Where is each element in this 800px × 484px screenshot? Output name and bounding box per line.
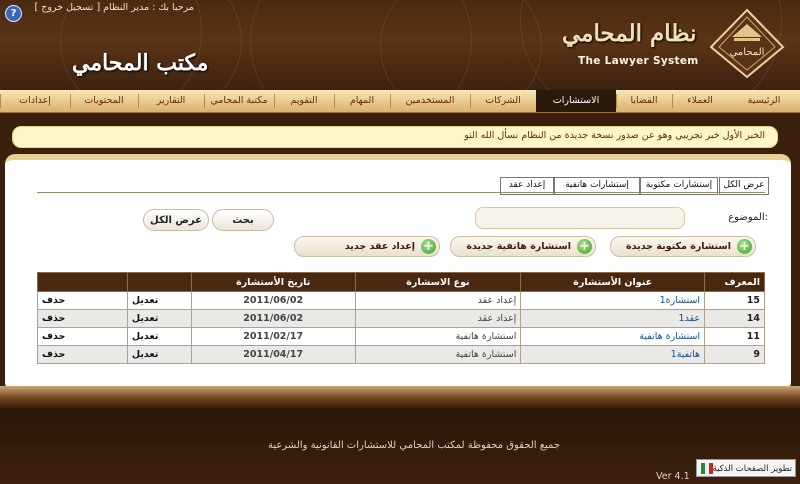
- table-header-row: المعرف عنوان الأستشارة نوع الاسشارة تاري…: [37, 272, 765, 292]
- news-ticker-text: الخبر الأول خبر تجريبي وهو عن صدور نسخة …: [464, 130, 765, 141]
- nav-item-label: الاستشارات: [552, 95, 600, 106]
- nav-item-label: الشركات: [485, 95, 521, 106]
- cell-date: 2011/02/17: [190, 327, 356, 346]
- plus-icon: +: [737, 239, 752, 254]
- button-label: استشارة مكتوبة جديدة: [626, 241, 731, 252]
- delete-link[interactable]: حذف: [37, 291, 128, 310]
- consultation-title-link[interactable]: هاتفية1: [520, 345, 706, 364]
- column-header-type: نوع الاسشارة: [354, 272, 522, 292]
- cell-id: 11: [704, 327, 765, 346]
- table-row: 14 عقد1 إعداد عقد 2011/06/02 تعديل حذف: [37, 309, 765, 328]
- nav-item-label: مكتبة المحامي: [210, 95, 268, 106]
- edit-link[interactable]: تعديل: [126, 327, 192, 346]
- office-title: مكتب المحامي: [72, 50, 209, 76]
- edit-link[interactable]: تعديل: [126, 345, 192, 364]
- button-label: استشارة هاتفية جديدة: [466, 241, 571, 252]
- developer-badge[interactable]: تطوير الصفحات الذكية: [696, 459, 796, 477]
- cell-type: إعداد عقد: [354, 291, 522, 310]
- nav-item-calendar[interactable]: التقويم: [274, 90, 334, 112]
- decor-swirl: [60, 0, 242, 90]
- table-row: 11 استشارة هاتفية استشارة هاتفية 2011/02…: [37, 327, 765, 346]
- nav-item-label: التقويم: [290, 95, 318, 106]
- consultations-table: المعرف عنوان الأستشارة نوع الاسشارة تاري…: [37, 272, 765, 364]
- column-header-edit: [126, 272, 192, 292]
- developer-text: تطوير الصفحات الذكية: [712, 464, 792, 474]
- new-written-consultation-button[interactable]: استشارة مكتوبة جديدة +: [610, 236, 756, 257]
- nav-item-settings[interactable]: إعدادات: [0, 90, 70, 112]
- nav-item-label: المستخدمين: [405, 95, 455, 106]
- nav-item-label: المهام: [349, 95, 375, 106]
- news-ticker: الخبر الأول خبر تجريبي وهو عن صدور نسخة …: [12, 126, 778, 148]
- nav-item-library[interactable]: مكتبة المحامي: [204, 90, 274, 112]
- nav-item-users[interactable]: المستخدمين: [390, 90, 470, 112]
- new-phone-consultation-button[interactable]: استشارة هاتفية جديدة +: [450, 236, 596, 257]
- main-nav: الرئيسية العملاء القضايا الاستشارات الشر…: [0, 90, 800, 113]
- flag-icon: [701, 463, 713, 474]
- column-header-date: تاريخ الأستشارة: [190, 272, 356, 292]
- brand-english-title: The Lawyer System: [578, 55, 699, 67]
- nav-item-label: العملاء: [687, 95, 713, 106]
- nav-item-home[interactable]: الرئيسية: [728, 90, 800, 112]
- nav-item-label: القضايا: [630, 95, 658, 106]
- edit-link[interactable]: تعديل: [126, 291, 192, 310]
- greeting-logout-link[interactable]: مرحبا بك : مدير النظام [ تسجيل خروج ]: [35, 2, 194, 13]
- cell-type: استشارة هاتفية: [354, 327, 522, 346]
- consultation-title-link[interactable]: عقد1: [520, 309, 706, 328]
- nav-item-companies[interactable]: الشركات: [470, 90, 536, 112]
- edit-link[interactable]: تعديل: [126, 309, 192, 328]
- nav-item-consultations[interactable]: الاستشارات: [536, 90, 616, 112]
- cell-date: 2011/06/02: [190, 291, 356, 310]
- delete-link[interactable]: حذف: [37, 327, 128, 346]
- brand-arabic-title: نظام المحامي: [562, 20, 697, 47]
- footer-band: [0, 386, 800, 408]
- cell-date: 2011/06/02: [190, 309, 356, 328]
- search-button[interactable]: بحث: [212, 209, 274, 231]
- logo-text: المحامي: [730, 47, 765, 58]
- site-header: ? مرحبا بك : مدير النظام [ تسجيل خروج ] …: [0, 0, 800, 90]
- nav-item-label: المحتويات: [84, 95, 124, 106]
- version-label: Ver 4.1: [656, 471, 690, 482]
- consultation-title-link[interactable]: استشارة هاتفية: [520, 327, 706, 346]
- nav-item-cases[interactable]: القضايا: [616, 90, 672, 112]
- nav-item-contents[interactable]: المحتويات: [70, 90, 138, 112]
- column-header-id: المعرف: [704, 272, 765, 292]
- decor-swirl: [380, 0, 542, 90]
- subject-label: الموضوع:: [728, 212, 768, 223]
- nav-item-clients[interactable]: العملاء: [672, 90, 728, 112]
- delete-link[interactable]: حذف: [37, 345, 128, 364]
- consultation-title-link[interactable]: استشارة1: [520, 291, 706, 310]
- show-all-button[interactable]: عرض الكل: [143, 209, 209, 231]
- table-row: 15 استشارة1 إعداد عقد 2011/06/02 تعديل ح…: [37, 291, 765, 310]
- cell-id: 14: [704, 309, 765, 328]
- nav-item-label: التقارير: [156, 95, 186, 106]
- button-label: إعداد عقد جديد: [344, 241, 415, 252]
- new-contract-button[interactable]: إعداد عقد جديد +: [294, 236, 440, 257]
- plus-icon: +: [421, 239, 436, 254]
- plus-icon: +: [577, 239, 592, 254]
- cell-type: استشارة هاتفية: [354, 345, 522, 364]
- tabs-divider: [37, 192, 765, 193]
- column-header-title: عنوان الأستشارة: [520, 272, 706, 292]
- cell-date: 2011/04/17: [190, 345, 356, 364]
- lawyer-logo-icon: المحامي: [709, 8, 785, 79]
- nav-item-tasks[interactable]: المهام: [334, 90, 390, 112]
- cell-id: 15: [704, 291, 765, 310]
- nav-item-label: الرئيسية: [747, 95, 781, 106]
- copyright-text: جميع الحقوق محفوظة لمكتب المحامي للاستشا…: [267, 440, 560, 451]
- table-row: 9 هاتفية1 استشارة هاتفية 2011/04/17 تعدي…: [37, 345, 765, 364]
- cell-id: 9: [704, 345, 765, 364]
- help-icon[interactable]: ?: [5, 5, 22, 22]
- subject-input[interactable]: [475, 207, 685, 229]
- nav-item-reports[interactable]: التقارير: [138, 90, 204, 112]
- delete-link[interactable]: حذف: [37, 309, 128, 328]
- column-header-delete: [37, 272, 128, 292]
- cell-type: إعداد عقد: [354, 309, 522, 328]
- nav-item-label: إعدادات: [19, 95, 51, 106]
